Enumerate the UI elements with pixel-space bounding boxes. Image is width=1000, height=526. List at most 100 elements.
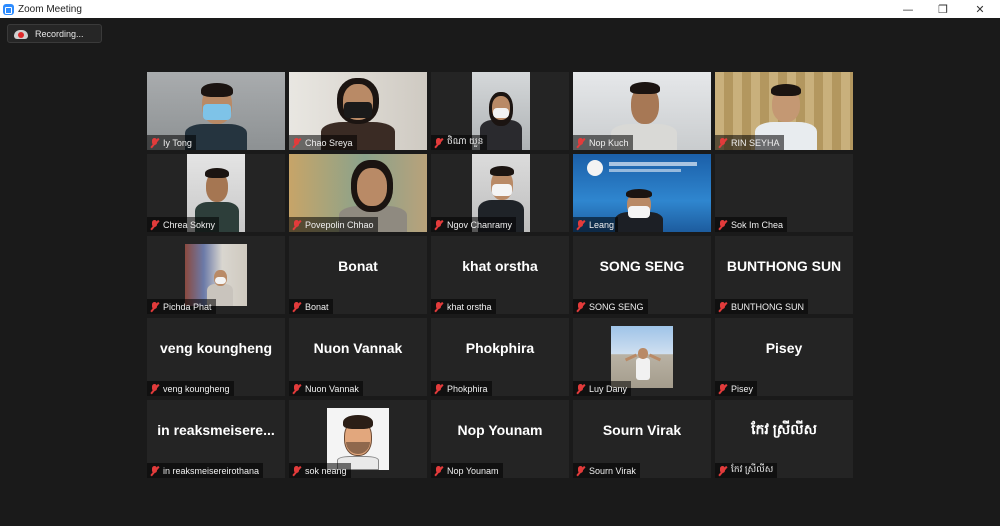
participant-name: Leang [589, 219, 615, 230]
participant-name: Pichda Phat [163, 301, 212, 312]
participant-nametag: Ngov Chanramy [431, 217, 517, 232]
participant-display-name: SONG SENG [599, 258, 685, 274]
participant-tile[interactable]: SONG SENG SONG SENG [573, 236, 711, 314]
participant-nametag: កែវ ស្រីលីស [715, 463, 778, 478]
participant-nametag: Nop Younam [431, 463, 503, 478]
recording-label: Recording... [35, 28, 84, 39]
participant-tile[interactable]: RIN SEYHA [715, 72, 853, 150]
muted-mic-icon [292, 219, 302, 230]
muted-mic-icon [434, 383, 444, 394]
participant-display-name: Pisey [765, 340, 803, 356]
participant-name: Nop Kuch [589, 137, 629, 148]
participant-display-name: veng koungheng [160, 340, 272, 356]
muted-mic-icon [718, 383, 728, 394]
participant-nametag: Leang [573, 217, 619, 232]
participant-name: RIN SEYHA [731, 137, 780, 148]
participant-tile[interactable]: BUNTHONG SUN BUNTHONG SUN [715, 236, 853, 314]
muted-mic-icon [718, 301, 728, 312]
participant-name: ថិណា យួន [447, 136, 484, 146]
participant-name: in reaksmeisereirothana [163, 465, 260, 476]
zoom-app-icon [3, 3, 14, 15]
muted-mic-icon [150, 465, 160, 476]
participant-tile[interactable]: Nop Kuch [573, 72, 711, 150]
participant-tile[interactable]: Ngov Chanramy [431, 154, 569, 232]
participant-name: khat orstha [447, 301, 492, 312]
title-bar: Zoom Meeting — ❐ ✕ [0, 0, 1000, 18]
muted-mic-icon [576, 137, 586, 148]
participant-tile[interactable]: Nuon Vannak Nuon Vannak [289, 318, 427, 396]
participant-name: Iy Tong [163, 137, 192, 148]
participant-tile[interactable]: Sok Im Chea [715, 154, 853, 232]
muted-mic-icon [150, 137, 160, 148]
participant-tile[interactable]: khat orstha khat orstha [431, 236, 569, 314]
muted-mic-icon [150, 301, 160, 312]
participant-nametag: Luy Dany [573, 381, 632, 396]
window-title: Zoom Meeting [18, 3, 82, 15]
participant-nametag: Nuon Vannak [289, 381, 363, 396]
participant-tile[interactable]: Pichda Phat [147, 236, 285, 314]
participant-display-name: Bonat [338, 258, 378, 274]
muted-mic-icon [576, 465, 586, 476]
participant-tile[interactable]: Chrea Sokny [147, 154, 285, 232]
participant-name: Povepolin Chhao [305, 219, 374, 230]
avatar [327, 408, 389, 470]
participant-tile[interactable]: sok neang [289, 400, 427, 478]
participant-tile[interactable]: Luy Dany [573, 318, 711, 396]
participant-nametag: sok neang [289, 463, 351, 478]
participant-tile[interactable]: Bonat Bonat [289, 236, 427, 314]
participant-name: SONG SENG [589, 301, 644, 312]
participant-name: veng koungheng [163, 383, 230, 394]
logo-emblem [587, 160, 603, 176]
participant-nametag: veng koungheng [147, 381, 234, 396]
participant-nametag: RIN SEYHA [715, 135, 784, 150]
participant-tile[interactable]: Nop Younam Nop Younam [431, 400, 569, 478]
participant-nametag: ថិណា យួន [431, 135, 488, 150]
muted-mic-icon [718, 219, 728, 230]
participant-tile[interactable]: Chao Sreya [289, 72, 427, 150]
participant-nametag: Nop Kuch [573, 135, 633, 150]
participant-nametag: Pisey [715, 381, 758, 396]
participant-display-name: BUNTHONG SUN [726, 258, 842, 274]
participant-name: Luy Dany [589, 383, 628, 394]
participant-nametag: SONG SENG [573, 299, 648, 314]
participant-nametag: Iy Tong [147, 135, 196, 150]
muted-mic-icon [292, 301, 302, 312]
cloud-recording-icon [14, 28, 28, 40]
participant-nametag: Chrea Sokny [147, 217, 220, 232]
participant-display-name: Phokphira [465, 340, 535, 356]
participant-tile[interactable]: Povepolin Chhao [289, 154, 427, 232]
participant-tile[interactable]: Pisey Pisey [715, 318, 853, 396]
participant-name: sok neang [305, 465, 347, 476]
participant-tile[interactable]: Leang [573, 154, 711, 232]
participant-display-name: in reaksmeisere... [157, 422, 275, 438]
close-button[interactable]: ✕ [963, 0, 997, 18]
participant-tile[interactable]: veng koungheng veng koungheng [147, 318, 285, 396]
participant-tile[interactable]: in reaksmeisere... in reaksmeisereirotha… [147, 400, 285, 478]
participant-tile[interactable]: Phokphira Phokphira [431, 318, 569, 396]
video-feed [185, 244, 247, 306]
gallery-grid: Iy Tong Chao Sreya ថិណា យួន Nop Kuch RIN… [147, 72, 853, 478]
participant-nametag: khat orstha [431, 299, 496, 314]
participant-tile[interactable]: Sourn Virak Sourn Virak [573, 400, 711, 478]
participant-display-name: Nuon Vannak [313, 340, 403, 356]
muted-mic-icon [576, 301, 586, 312]
participant-name: Nop Younam [447, 465, 499, 476]
participant-tile[interactable]: កែវ ស្រីលីស កែវ ស្រីលីស [715, 400, 853, 478]
restore-button[interactable]: ❐ [926, 0, 960, 18]
muted-mic-icon [150, 383, 160, 394]
participant-nametag: Sourn Virak [573, 463, 640, 478]
muted-mic-icon [292, 383, 302, 394]
muted-mic-icon [292, 465, 302, 476]
muted-mic-icon [150, 219, 160, 230]
participant-tile[interactable]: Iy Tong [147, 72, 285, 150]
participant-display-name: khat orstha [462, 258, 538, 274]
participant-name: Nuon Vannak [305, 383, 359, 394]
participant-name: Chrea Sokny [163, 219, 216, 230]
participant-name: Ngov Chanramy [447, 219, 513, 230]
participant-name: Phokphira [447, 383, 488, 394]
recording-indicator[interactable]: Recording... [7, 24, 102, 43]
participant-tile[interactable]: ថិណា យួន [431, 72, 569, 150]
participant-nametag: BUNTHONG SUN [715, 299, 809, 314]
minimize-button[interactable]: — [891, 0, 925, 18]
participant-name: Sourn Virak [589, 465, 636, 476]
